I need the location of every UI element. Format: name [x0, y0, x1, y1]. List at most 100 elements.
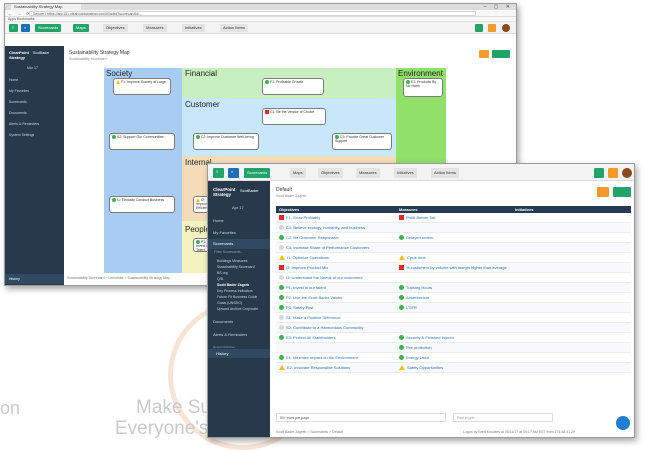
sidebar-item-favorites[interactable]: My Favorites	[9, 89, 29, 93]
sidebar-item-scorecards[interactable]: Scorecards	[208, 239, 270, 249]
map-box[interactable]: E1: Products By No Harm	[403, 78, 443, 97]
initiatives-button[interactable]: Initiatives	[182, 24, 205, 32]
map-box[interactable]: F1: Improve Society at Large	[113, 78, 171, 95]
table-row[interactable]: C1: Believe ecology, humanity, and busin…	[276, 223, 631, 233]
objective-link[interactable]: S2: Contribute to a Harmonious Community	[286, 325, 363, 330]
search-icon[interactable]: ⌕	[21, 24, 30, 32]
objective-link[interactable]: C2: Be Customer Responsive	[286, 235, 339, 240]
column-header-measures[interactable]: Measures	[396, 206, 512, 213]
search-icon[interactable]: ⌕	[228, 168, 239, 178]
measure-link[interactable]: Safety Opportunities	[407, 365, 443, 370]
objective-link[interactable]: I2: Improve Product Mix	[286, 265, 328, 270]
user-icon[interactable]	[594, 168, 604, 178]
table-row[interactable]: E1: Minimize Impact on the Environment En…	[276, 353, 631, 363]
map-box[interactable]: I1: Ethically Conduct Business	[109, 196, 175, 213]
column-header-objectives[interactable]: Objectives	[276, 206, 396, 213]
map-box[interactable]: S2: Support Our Communities	[109, 133, 175, 150]
table-row[interactable]: I3: Understand the Needs of our customer…	[276, 273, 631, 283]
map-box[interactable]: C3: Provide Great Customer Support	[332, 133, 392, 150]
sidebar-item-home[interactable]: Home	[213, 218, 224, 223]
period-selector[interactable]: Apr 17	[232, 205, 244, 210]
objective-link[interactable]: E3: Protect All Stakeholders	[286, 335, 336, 340]
map-box[interactable]: C1: Be the Vendor of Choice	[262, 108, 326, 125]
objective-link[interactable]: C4: Increase Share of Performance Custom…	[286, 245, 369, 250]
sidebar-item-documents[interactable]: Documents	[9, 111, 27, 115]
sidebar-item-favorites[interactable]: My Favorites	[213, 230, 236, 235]
measure-link[interactable]: Training Hours	[406, 285, 432, 290]
maps-button[interactable]: Maps	[73, 24, 89, 32]
objective-link[interactable]: I1: Optimize Operations	[287, 255, 329, 260]
table-row[interactable]: P3: Safety First LTIFR	[276, 303, 631, 313]
sidebar-item-alerts[interactable]: Alerts & Reminders	[9, 122, 39, 126]
measure-link[interactable]: Cycle time	[407, 255, 426, 260]
url-field[interactable]: Secure | https://app151.clearpointstrate…	[29, 11, 476, 16]
avatar[interactable]	[622, 168, 632, 178]
find-in-grid-input[interactable]: Find in grid...	[453, 413, 553, 422]
measures-button[interactable]: Measures	[356, 168, 380, 178]
objective-link[interactable]: I3: Understand the Needs of our customer…	[286, 275, 362, 280]
table-row[interactable]: C4: Increase Share of Performance Custom…	[276, 243, 631, 253]
map-box[interactable]: F1: Profitable Growth	[262, 78, 324, 95]
objective-link[interactable]: S1: Make a Positive Difference	[286, 315, 341, 320]
sidebar-item-alerts[interactable]: Alerts & Reminders	[213, 332, 247, 337]
scorecard-item-selected[interactable]: Scott Bader Zagreb	[217, 283, 249, 287]
objectives-button[interactable]: Objectives	[103, 24, 128, 32]
measure-link[interactable]: LTIFR	[406, 305, 417, 310]
table-row[interactable]: I1: Optimize Operations Cycle time	[276, 253, 631, 263]
objective-link[interactable]: C1: Believe ecology, humanity, and busin…	[286, 225, 365, 230]
measures-button[interactable]: Measures	[143, 24, 167, 32]
objective-link[interactable]: P2: Live the Scott Bader Values	[286, 295, 342, 300]
measure-link[interactable]: Energy Used	[406, 355, 429, 360]
sidebar-item-scorecards[interactable]: Scorecards	[9, 100, 27, 104]
map-box[interactable]: C2: Improve Customer Well-being	[193, 133, 259, 150]
scorecard-item[interactable]: Sustainability Scorecard	[217, 265, 255, 269]
edit-button[interactable]	[492, 50, 510, 58]
star-icon[interactable]	[597, 187, 609, 197]
measure-link[interactable]: Security & Finished Injured	[406, 335, 454, 340]
scorecard-item[interactable]: Key Process Indicators	[217, 289, 253, 293]
table-row[interactable]: F1: Grow Profitably Profit Before Tax	[276, 213, 631, 223]
objective-link[interactable]: F1: Grow Profitably	[286, 215, 320, 220]
initiatives-button[interactable]: Initiatives	[394, 168, 417, 178]
measure-link[interactable]: % customers by volume with margin higher…	[406, 265, 507, 270]
objective-link[interactable]: E1: Minimize Impact on the Environment	[286, 355, 358, 360]
sidebar-item-documents[interactable]: Documents	[213, 319, 233, 324]
table-row[interactable]: Fire protection	[276, 343, 631, 353]
scorecards-button[interactable]: Scorecards	[35, 24, 62, 32]
action-items-button[interactable]: Action Items	[220, 24, 249, 32]
avatar[interactable]	[502, 24, 510, 32]
period-selector[interactable]: Mar 17	[27, 66, 38, 70]
sidebar-item-settings[interactable]: System Settings	[9, 133, 34, 137]
scorecard-item[interactable]: Q/B	[217, 277, 223, 281]
star-icon[interactable]	[479, 50, 489, 58]
column-header-initiatives[interactable]: Initiatives	[512, 206, 631, 213]
scorecard-item[interactable]: Goals (UNSDG)	[217, 301, 242, 305]
measure-link[interactable]: Absenteeism	[406, 295, 429, 300]
scorecard-item[interactable]: Buildings Measures	[217, 259, 248, 263]
action-items-button[interactable]: Action Items	[431, 168, 460, 178]
chat-icon[interactable]	[616, 416, 630, 430]
table-row[interactable]: C2: Be Customer Responsive Delayed orders	[276, 233, 631, 243]
alerts-icon[interactable]	[488, 24, 496, 32]
home-icon[interactable]: ≡	[9, 24, 18, 32]
measure-link[interactable]: Delayed orders	[406, 235, 433, 240]
table-row[interactable]: P2: Live the Scott Bader Values Absenteei…	[276, 293, 631, 303]
measure-link[interactable]: Profit Before Tax	[406, 215, 436, 220]
scorecard-filter-input[interactable]: Filter Scorecards...	[214, 250, 243, 254]
objective-link[interactable]: E2: Innovate Responsible Solutions	[287, 365, 350, 370]
table-row[interactable]: I2: Improve Product Mix % customers by vo…	[276, 263, 631, 273]
maps-button[interactable]: Maps	[290, 168, 306, 178]
history-button[interactable]: History	[5, 274, 64, 284]
objective-link[interactable]: P1: Invest in our talent	[286, 285, 326, 290]
table-row[interactable]: P1: Invest in our talent Training Hours	[276, 283, 631, 293]
edit-button[interactable]	[613, 187, 631, 197]
sidebar-item-home[interactable]: Home	[9, 78, 18, 82]
objective-link[interactable]: P3: Safety First	[286, 305, 313, 310]
table-row[interactable]: S1: Make a Positive Difference	[276, 313, 631, 323]
table-row[interactable]: E2: Innovate Responsible Solutions Safety…	[276, 363, 631, 373]
scorecards-button[interactable]: Scorecards	[244, 168, 271, 178]
history-button[interactable]: History	[208, 349, 270, 358]
table-row[interactable]: E3: Protect All Stakeholders Security & F…	[276, 333, 631, 343]
table-row[interactable]: S2: Contribute to a Harmonious Community	[276, 323, 631, 333]
user-icon[interactable]	[475, 24, 483, 32]
